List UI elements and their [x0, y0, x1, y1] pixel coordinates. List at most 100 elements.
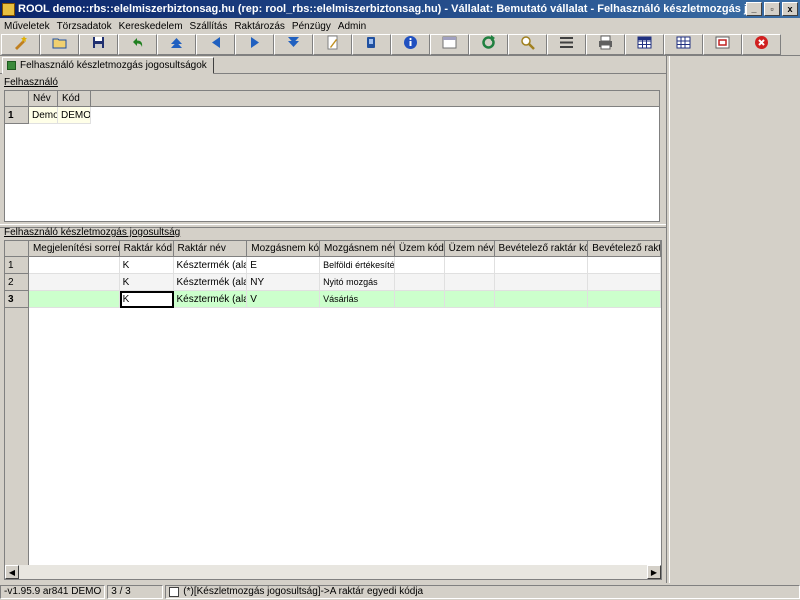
column-header-raktar-kod[interactable]: Raktár kód — [119, 241, 174, 257]
open-folder-button[interactable] — [40, 33, 79, 55]
scroll-right-button[interactable]: ▶ — [647, 565, 661, 579]
undo-arrow-button[interactable] — [118, 33, 157, 55]
cell-raktar-nev[interactable]: Késztermék (alap) — [173, 257, 248, 274]
status-version: -v1.95.9 ar841 DEMO — [0, 584, 106, 599]
menu-bar: Műveletek Törzsadatok Kereskedelem Száll… — [0, 18, 800, 34]
cell-uzem-kod[interactable] — [394, 257, 445, 274]
section-label-felhasznalo: Felhasználó — [4, 77, 58, 88]
cell-bevetelezo-raktar-kod[interactable] — [494, 291, 589, 308]
menu-penzugy[interactable]: Pénzügy — [292, 21, 331, 32]
workspace: Felhasználó készletmozgás jogosultságok … — [0, 56, 666, 583]
form-icon — [7, 61, 16, 70]
cell-bevetelezo-raktar-nev[interactable] — [588, 257, 661, 274]
menu-kereskedelem[interactable]: Kereskedelem — [119, 21, 183, 32]
horizontal-scrollbar[interactable]: ◀ ▶ — [5, 565, 661, 579]
column-header-kod[interactable]: Kód — [58, 91, 91, 107]
scroll-left-button[interactable]: ◀ — [5, 565, 19, 579]
cell-raktar-nev[interactable]: Késztermék (alap) — [173, 291, 248, 308]
table-row[interactable]: 2 K Késztermék (alap) NY Nyitó mozgás — [5, 274, 661, 291]
menu-torzsadatok[interactable]: Törzsadatok — [57, 21, 112, 32]
minimize-button[interactable]: _ — [746, 2, 762, 16]
column-header-mozgasnem-kod[interactable]: Mozgásnem kód — [247, 241, 321, 257]
app-icon — [2, 2, 15, 16]
close-window-button[interactable]: x — [782, 2, 798, 16]
menu-szallitas[interactable]: Szállítás — [190, 21, 228, 32]
scroll-track[interactable] — [19, 565, 647, 579]
refresh-icon — [481, 35, 496, 53]
cell-mozgasnem-nev[interactable]: Belföldi értékesítés — [320, 257, 395, 274]
first-record-button[interactable] — [157, 33, 196, 55]
row-indicator-header — [5, 91, 29, 107]
grid-header: Név Kód — [5, 91, 659, 107]
edit-pencil-button[interactable] — [313, 33, 352, 55]
cell-sorrend[interactable] — [28, 274, 120, 291]
cell-uzem-kod[interactable] — [394, 291, 445, 308]
column-header-bevetelezo-raktar-nev[interactable]: Bevételező raktá — [588, 241, 661, 257]
cell-sorrend[interactable] — [28, 291, 120, 308]
user-grid[interactable]: Név Kód 1 Demo DEMO — [4, 90, 660, 222]
refresh-button[interactable] — [469, 33, 508, 55]
right-pane — [666, 56, 800, 583]
status-bar: -v1.95.9 ar841 DEMO 3 / 3 (*)[Készletmoz… — [0, 583, 800, 600]
row-number: 2 — [5, 274, 29, 291]
cell-uzem-kod[interactable] — [394, 274, 445, 291]
cell-raktar-kod-focused[interactable]: K — [119, 291, 174, 308]
cell-sorrend[interactable] — [28, 257, 120, 274]
info-button[interactable] — [391, 33, 430, 55]
cell-uzem-nev[interactable] — [444, 291, 495, 308]
cell-nev[interactable]: Demo — [29, 107, 58, 124]
column-header-raktar-nev[interactable]: Raktár név — [173, 241, 248, 257]
list-button[interactable] — [547, 33, 586, 55]
menu-muveletek[interactable]: Műveletek — [4, 21, 50, 32]
search-button[interactable] — [508, 33, 547, 55]
table-grid-button[interactable] — [625, 33, 664, 55]
cell-bevetelezo-raktar-kod[interactable] — [494, 274, 589, 291]
restore-button[interactable]: ▫ — [764, 2, 780, 16]
tab-strip: Felhasználó készletmozgás jogosultságok — [0, 56, 666, 74]
cell-raktar-nev[interactable]: Késztermék (alap) — [173, 274, 248, 291]
print-button[interactable] — [586, 33, 625, 55]
grid-header: Megjelenítési sorrend Raktár kód Raktár … — [5, 241, 661, 257]
cell-mozgasnem-kod[interactable]: E — [247, 257, 321, 274]
column-header-nev[interactable]: Név — [29, 91, 58, 107]
status-checkbox[interactable] — [169, 586, 180, 597]
menu-admin[interactable]: Admin — [338, 21, 366, 32]
table-row-selected[interactable]: 3 K Késztermék (alap) V Vásárlás — [5, 291, 661, 308]
copy-button[interactable] — [352, 33, 391, 55]
form-view-button[interactable] — [430, 33, 469, 55]
info-icon — [403, 35, 418, 53]
cell-mozgasnem-nev[interactable]: Nyitó mozgás — [320, 274, 395, 291]
cell-raktar-kod[interactable]: K — [119, 257, 174, 274]
permission-grid[interactable]: Megjelenítési sorrend Raktár kód Raktár … — [4, 240, 662, 580]
cell-kod[interactable]: DEMO — [58, 107, 91, 124]
cell-uzem-nev[interactable] — [444, 257, 495, 274]
cell-raktar-kod[interactable]: K — [119, 274, 174, 291]
last-record-button[interactable] — [274, 33, 313, 55]
column-header-uzem-kod[interactable]: Üzem kód — [394, 241, 445, 257]
wizard-button[interactable] — [1, 33, 40, 55]
cell-bevetelezo-raktar-kod[interactable] — [494, 257, 589, 274]
next-record-button[interactable] — [235, 33, 274, 55]
close-button[interactable] — [742, 33, 781, 55]
cell-uzem-nev[interactable] — [444, 274, 495, 291]
previous-record-button[interactable] — [196, 33, 235, 55]
table-row[interactable]: 1 K Késztermék (alap) E Belföldi értékes… — [5, 257, 661, 274]
row-indicator-column — [5, 308, 29, 565]
column-header-mozgasnem-nev[interactable]: Mozgásnem név — [320, 241, 395, 257]
menu-raktarozas[interactable]: Raktározás — [234, 21, 285, 32]
columns-button[interactable] — [664, 33, 703, 55]
column-header-uzem-nev[interactable]: Üzem név — [444, 241, 495, 257]
cell-mozgasnem-kod[interactable]: NY — [247, 274, 321, 291]
column-header-megjelenitesi-sorrend[interactable]: Megjelenítési sorrend — [28, 241, 120, 257]
cell-mozgasnem-kod[interactable]: V — [247, 291, 321, 308]
window-title: ROOL demo::rbs::elelmiszerbiztonsag.hu (… — [18, 3, 746, 15]
column-header-bevetelezo-raktar-kod[interactable]: Bevételező raktár kód — [494, 241, 589, 257]
cell-bevetelezo-raktar-nev[interactable] — [588, 291, 661, 308]
cell-bevetelezo-raktar-nev[interactable] — [588, 274, 661, 291]
edit-pencil-icon — [325, 35, 340, 53]
cell-mozgasnem-nev[interactable]: Vásárlás — [320, 291, 395, 308]
tab-keszletmozgas-jogosultsagok[interactable]: Felhasználó készletmozgás jogosultságok — [2, 57, 214, 74]
save-disk-button[interactable] — [79, 33, 118, 55]
table-row[interactable]: 1 Demo DEMO — [5, 107, 659, 124]
export-button[interactable] — [703, 33, 742, 55]
